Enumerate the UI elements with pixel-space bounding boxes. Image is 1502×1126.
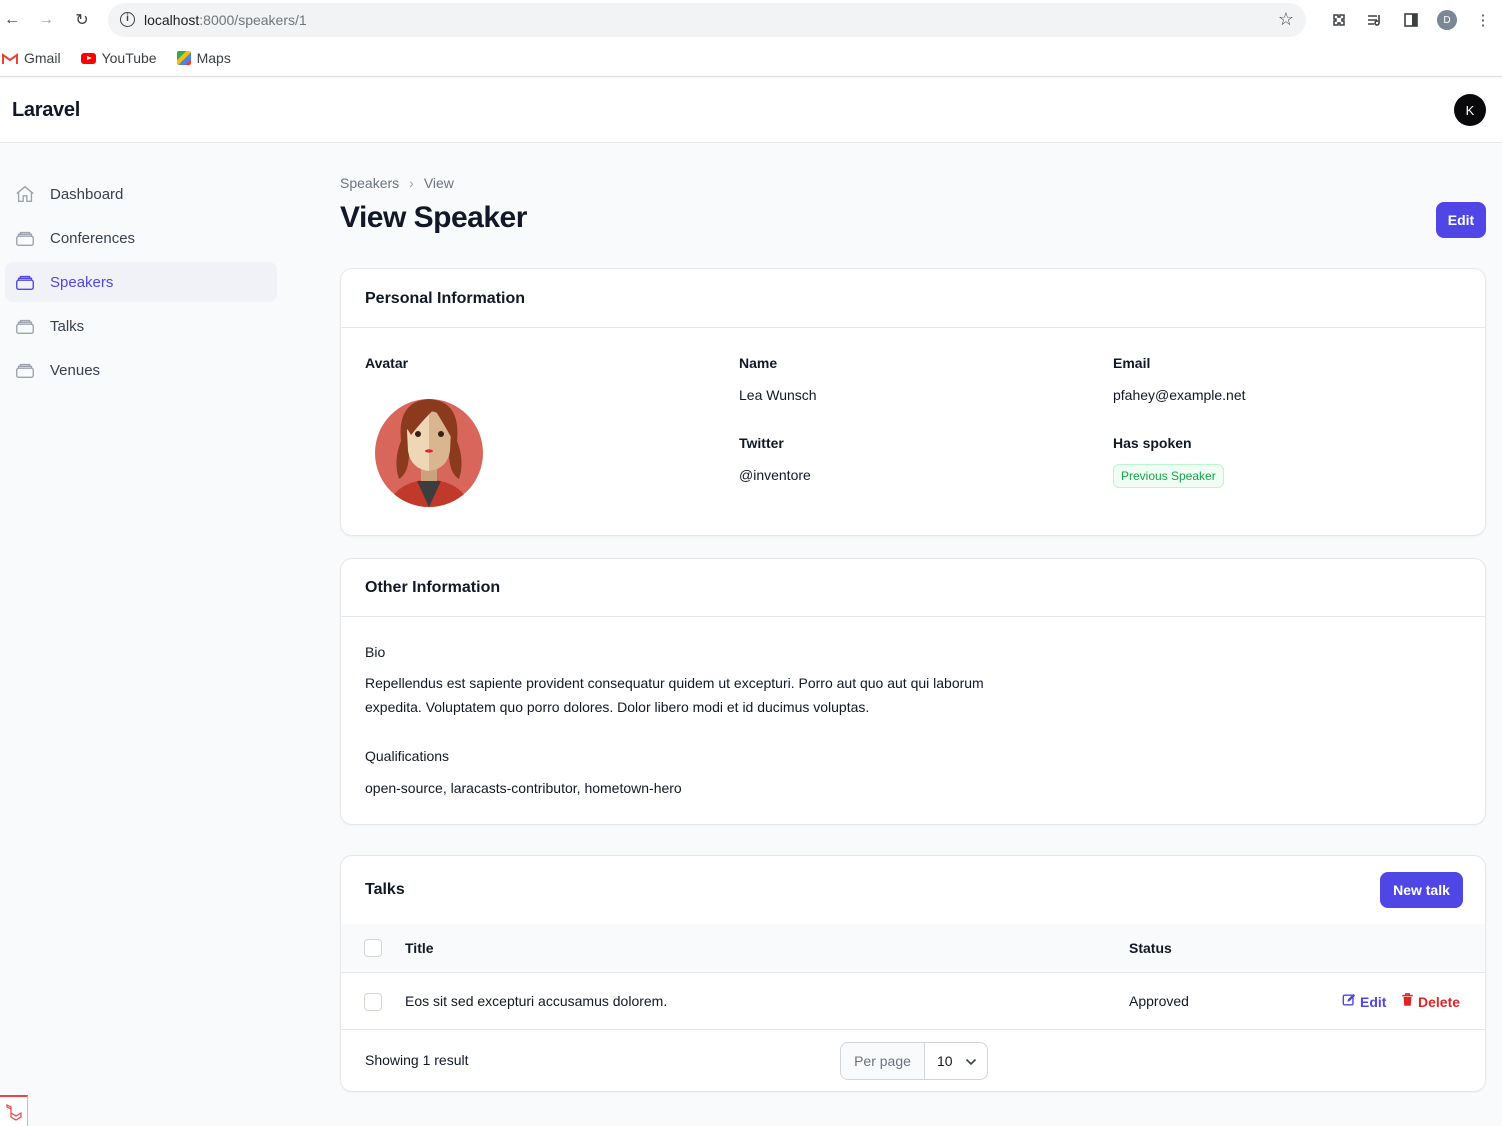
app-topbar: Laravel K xyxy=(0,78,1502,143)
url-path: :8000/speakers/1 xyxy=(199,12,307,28)
browser-actions: D ⋮ xyxy=(1328,0,1502,40)
sidebar-item-talks[interactable]: Talks xyxy=(5,306,277,346)
talk-status: Approved xyxy=(1129,993,1189,1009)
personal-information-card: Personal Information Avatar Name Lea Wun… xyxy=(340,268,1486,536)
bookmark-star-icon[interactable]: ☆ xyxy=(1278,9,1294,30)
bookmark-label: Maps xyxy=(196,50,231,66)
table-row: Eos sit sed excepturi accusamus dolorem.… xyxy=(341,973,1485,1030)
bookmark-maps[interactable]: Maps xyxy=(176,50,231,66)
talks-card: Talks New talk Title Status Eos sit sed … xyxy=(340,855,1486,1092)
results-summary: Showing 1 result xyxy=(365,1052,469,1068)
sidebar-item-venues[interactable]: Venues xyxy=(5,350,277,390)
browser-toolbar: ← → ↻ i localhost:8000/speakers/1 ☆ D ⋮ xyxy=(0,0,1502,40)
pencil-square-icon xyxy=(1342,993,1356,1010)
qualifications-value: open-source, laracasts-contributor, home… xyxy=(365,780,682,796)
bio-value: Repellendus est sapiente provident conse… xyxy=(365,675,984,715)
forward-icon[interactable]: → xyxy=(32,6,60,34)
breadcrumb: Speakers › View xyxy=(340,175,454,191)
email-label: Email xyxy=(1113,355,1151,371)
per-page-label: Per page xyxy=(841,1043,925,1079)
rectangle-stack-icon xyxy=(14,315,36,337)
sidebar-item-label: Dashboard xyxy=(50,185,124,203)
sidebar-item-label: Speakers xyxy=(50,273,114,291)
sidebar-item-label: Venues xyxy=(50,361,101,379)
row-edit-action[interactable]: Edit xyxy=(1342,993,1386,1010)
site-info-icon[interactable]: i xyxy=(120,12,135,27)
status-badge: Previous Speaker xyxy=(1113,464,1224,488)
speaker-avatar xyxy=(375,391,483,507)
trash-icon xyxy=(1401,993,1414,1010)
has-spoken-label: Has spoken xyxy=(1113,435,1192,451)
bookmarks-bar: Gmail YouTube Maps xyxy=(0,40,1502,77)
column-header-status[interactable]: Status xyxy=(1129,940,1172,956)
twitter-label: Twitter xyxy=(739,435,784,451)
avatar-label: Avatar xyxy=(365,355,409,371)
back-icon[interactable]: ← xyxy=(0,6,26,34)
bookmark-gmail[interactable]: Gmail xyxy=(2,50,61,66)
breadcrumb-speakers[interactable]: Speakers xyxy=(340,175,399,191)
card-header: Personal Information xyxy=(341,269,1485,328)
other-information-card: Other Information Bio Repellendus est sa… xyxy=(340,558,1486,825)
rectangle-stack-icon xyxy=(14,359,36,381)
sidebar-item-speakers[interactable]: Speakers xyxy=(5,262,277,302)
chevron-down-icon xyxy=(965,1053,977,1069)
per-page-value: 10 xyxy=(937,1053,953,1069)
edit-button[interactable]: Edit xyxy=(1436,202,1486,238)
youtube-icon xyxy=(80,52,96,64)
section-title: Other Information xyxy=(365,579,501,596)
rectangle-stack-icon xyxy=(14,271,36,293)
side-panel-icon[interactable] xyxy=(1400,9,1422,31)
sidebar-item-label: Talks xyxy=(50,317,85,335)
row-checkbox[interactable] xyxy=(364,993,382,1011)
qualifications-label: Qualifications xyxy=(365,748,450,764)
per-page-control: Per page 10 xyxy=(840,1042,988,1080)
address-bar[interactable]: i localhost:8000/speakers/1 ☆ xyxy=(108,3,1306,37)
sidebar-item-conferences[interactable]: Conferences xyxy=(5,218,277,258)
chevron-right-icon: › xyxy=(409,175,414,191)
column-header-title[interactable]: Title xyxy=(405,940,434,956)
sidebar-item-dashboard[interactable]: Dashboard xyxy=(5,174,277,214)
select-all-checkbox[interactable] xyxy=(364,939,382,957)
laravel-debug-icon[interactable] xyxy=(0,1095,28,1126)
rectangle-stack-icon xyxy=(14,227,36,249)
new-talk-button[interactable]: New talk xyxy=(1380,872,1463,908)
per-page-select[interactable]: 10 xyxy=(925,1043,987,1079)
sidebar-item-label: Conferences xyxy=(50,229,136,247)
media-controls-icon[interactable] xyxy=(1364,9,1386,31)
url-host: localhost xyxy=(144,12,200,28)
name-label: Name xyxy=(739,355,778,371)
browser-menu-icon[interactable]: ⋮ xyxy=(1472,9,1494,31)
email-value: pfahey@example.net xyxy=(1113,387,1246,403)
bio-label: Bio xyxy=(365,644,386,660)
row-delete-label: Delete xyxy=(1418,993,1461,1010)
table-header: Title Status xyxy=(341,924,1485,973)
section-title: Personal Information xyxy=(365,290,526,307)
row-delete-action[interactable]: Delete xyxy=(1401,993,1460,1010)
reload-icon[interactable]: ↻ xyxy=(68,6,96,34)
bookmark-label: Gmail xyxy=(24,50,61,66)
card-header: Other Information xyxy=(341,559,1485,617)
bookmark-label: YouTube xyxy=(101,50,157,66)
talk-title[interactable]: Eos sit sed excepturi accusamus dolorem. xyxy=(405,993,667,1009)
twitter-value: @inventore xyxy=(739,467,811,483)
maps-icon xyxy=(176,51,191,65)
breadcrumb-view: View xyxy=(423,175,454,191)
brand-logo[interactable]: Laravel xyxy=(12,99,80,122)
user-avatar[interactable]: K xyxy=(1454,94,1486,126)
section-title: Talks xyxy=(365,881,405,898)
row-edit-label: Edit xyxy=(1360,993,1387,1010)
page-title: View Speaker xyxy=(340,201,527,234)
extensions-icon[interactable] xyxy=(1328,9,1350,31)
gmail-icon xyxy=(2,52,18,64)
name-value: Lea Wunsch xyxy=(739,387,817,403)
home-icon xyxy=(14,183,36,205)
bookmark-youtube[interactable]: YouTube xyxy=(80,50,157,66)
profile-icon[interactable]: D xyxy=(1436,9,1458,31)
